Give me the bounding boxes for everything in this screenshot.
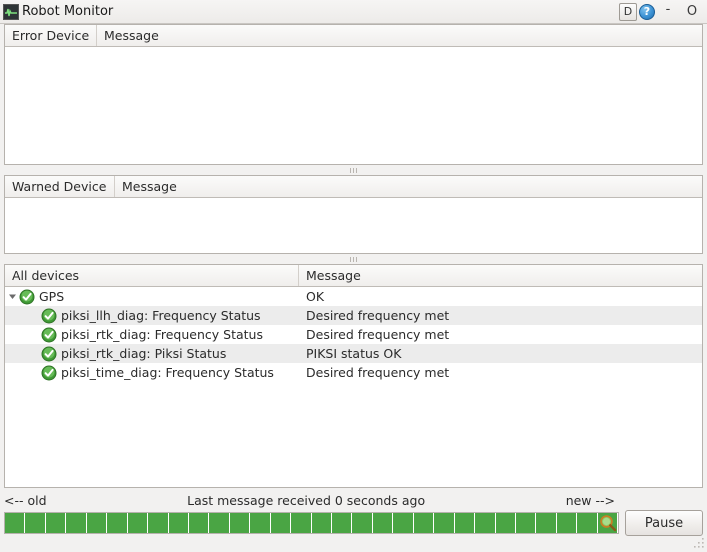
timeline-cell[interactable] [475,513,496,533]
last-message-status: Last message received 0 seconds ago [187,492,426,508]
timeline-cell[interactable] [556,513,578,533]
title-bar-buttons: D ? - O [619,1,703,22]
timeline-cell[interactable] [311,513,332,533]
splitter-warned-all[interactable] [0,254,707,264]
tree-row-device-cell: piksi_llh_diag: Frequency Status [5,308,299,324]
tree-row[interactable]: piksi_time_diag: Frequency Status Desired… [5,363,702,382]
column-header-warned-message[interactable]: Message [115,176,702,197]
tree-row[interactable]: GPS OK [5,287,702,306]
status-labels: <-- old Last message received 0 seconds … [4,491,703,509]
timeline-cell[interactable] [577,513,598,533]
timeline-cell[interactable] [515,513,537,533]
timeline-cell[interactable] [250,513,271,533]
tree-row-message: OK [306,289,325,304]
tree-row-device-cell: piksi_rtk_diag: Frequency Status [5,327,299,343]
tree-row-device-cell: GPS [5,289,299,305]
timeline-cell[interactable] [5,513,26,533]
timeline-cell[interactable] [86,513,108,533]
resize-grip-icon[interactable] [691,537,705,549]
window-bottom-padding [0,537,707,551]
error-panel-body[interactable] [5,47,702,164]
tree-row-device-cell: piksi_time_diag: Frequency Status [5,365,299,381]
pause-button[interactable]: Pause [625,510,703,536]
all-panel-body[interactable]: GPS OK piksi_llh_diag: Frequency Status Des… [5,287,702,487]
tree-row-label: piksi_llh_diag: Frequency Status [61,308,261,323]
title-bar: Robot Monitor D ? - O [0,0,707,24]
timeline-cell[interactable] [148,513,169,533]
tree-row-label: piksi_rtk_diag: Piksi Status [61,346,227,361]
timeline-cell[interactable] [536,513,557,533]
timeline-cell[interactable] [270,513,292,533]
column-header-warned-device[interactable]: Warned Device [5,176,115,197]
ok-check-icon [19,289,35,304]
tree-row-message: Desired frequency met [306,327,450,342]
tree-row[interactable]: piksi_llh_diag: Frequency Status Desired … [5,306,702,325]
new-label: new --> [565,492,615,508]
timeline-cell[interactable] [127,513,149,533]
timeline-cell[interactable] [332,513,353,533]
timeline-cell[interactable] [372,513,394,533]
maximize-button[interactable]: O [681,3,703,20]
ok-check-icon [41,327,57,342]
tree-row-message: Desired frequency met [306,365,450,380]
tree-row-message: PIKSI status OK [306,346,402,361]
timeline-cell[interactable] [25,513,46,533]
timeline-cell[interactable] [291,513,312,533]
timeline-cell[interactable] [66,513,87,533]
timeline-cell[interactable] [45,513,67,533]
column-header-all-message[interactable]: Message [299,265,702,286]
splitter-error-warned[interactable] [0,165,707,175]
timeline-cell[interactable] [434,513,455,533]
waveform-icon [3,3,19,20]
timeline-cell[interactable] [188,513,210,533]
warned-device-panel: Warned Device Message [4,175,703,254]
error-device-panel: Error Device Message [4,24,703,165]
warned-panel-body[interactable] [5,198,702,253]
timeline-row: Pause [4,509,703,537]
timeline-cell[interactable] [168,513,189,533]
message-timeline[interactable] [4,512,619,534]
all-devices-panel: All devices Message GPS OK piksi_llh_diag:… [4,264,703,488]
tree-row-message: Desired frequency met [306,308,450,323]
warned-panel-header: Warned Device Message [5,176,702,198]
help-icon[interactable]: ? [639,3,655,20]
window-title: Robot Monitor [22,4,114,19]
ok-check-icon [41,308,57,323]
tree-row-label: piksi_rtk_diag: Frequency Status [61,327,263,342]
old-label: <-- old [4,492,47,508]
debug-button[interactable]: D [619,2,637,21]
timeline-cell[interactable] [393,513,414,533]
timeline-cell[interactable] [107,513,128,533]
status-area: <-- old Last message received 0 seconds … [4,488,703,537]
timeline-cell[interactable] [413,513,435,533]
tree-row-device-cell: piksi_rtk_diag: Piksi Status [5,346,299,362]
robot-monitor-window: Robot Monitor D ? - O Error Device Messa… [0,0,707,551]
column-header-error-device[interactable]: Error Device [5,25,97,46]
timeline-cell[interactable] [229,513,251,533]
minimize-button[interactable]: - [657,1,679,22]
tree-row[interactable]: piksi_rtk_diag: Piksi Status PIKSI status… [5,344,702,363]
all-panel-header: All devices Message [5,265,702,287]
tree-row[interactable]: piksi_rtk_diag: Frequency Status Desired … [5,325,702,344]
timeline-cell[interactable] [352,513,373,533]
timeline-cell[interactable] [597,513,618,533]
tree-row-label: GPS [39,289,65,304]
timeline-cell[interactable] [454,513,476,533]
column-header-error-message[interactable]: Message [97,25,702,46]
tree-row-label: piksi_time_diag: Frequency Status [61,365,274,380]
column-header-all-devices[interactable]: All devices [5,265,299,286]
timeline-cell[interactable] [209,513,230,533]
ok-check-icon [41,346,57,361]
timeline-cell[interactable] [495,513,516,533]
splitter-grip-icon [350,256,357,262]
ok-check-icon [41,365,57,380]
error-panel-header: Error Device Message [5,25,702,47]
chevron-down-icon[interactable] [5,292,19,301]
splitter-grip-icon [350,167,357,173]
